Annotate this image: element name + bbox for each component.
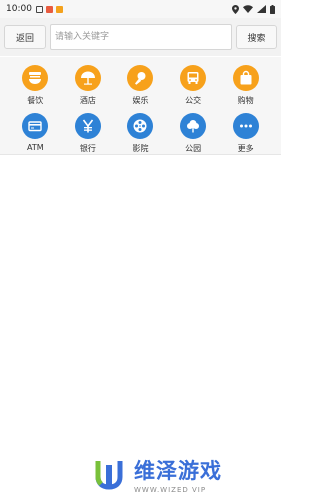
watermark-subtitle: WWW.WIZED VIP — [134, 485, 207, 494]
category-shopping[interactable]: 购物 — [226, 65, 266, 106]
settings-notification-icon — [35, 5, 43, 13]
search-bar: 返回 搜索 — [0, 18, 281, 56]
category-row-1: 餐饮 酒店 娱乐 公交 购物 — [0, 65, 281, 106]
status-bar: 10:00 — [0, 0, 281, 18]
signal-icon — [257, 5, 266, 13]
film-reel-icon — [127, 113, 154, 139]
tree-icon — [180, 113, 207, 139]
bank-yuan-icon — [74, 113, 101, 139]
back-button[interactable]: 返回 — [4, 25, 46, 49]
restaurant-icon — [22, 65, 49, 91]
watermark: 维泽游戏 WWW.WIZED VIP — [90, 448, 280, 500]
category-atm[interactable]: ATM — [15, 113, 55, 154]
category-label: 购物 — [237, 96, 254, 105]
category-grid: 餐饮 酒店 娱乐 公交 购物 ATM 银行 影院 公园 更多 — [0, 57, 281, 155]
category-hotel[interactable]: 酒店 — [68, 65, 108, 106]
wifi-icon — [243, 5, 253, 13]
category-park[interactable]: 公园 — [173, 113, 213, 154]
app-notification-icon-2 — [55, 5, 63, 13]
search-input[interactable] — [50, 24, 232, 50]
category-label: 酒店 — [79, 96, 96, 105]
search-button[interactable]: 搜索 — [236, 25, 277, 49]
bus-icon — [180, 65, 207, 91]
category-restaurant[interactable]: 餐饮 — [15, 65, 55, 106]
location-icon — [232, 4, 239, 14]
category-row-2: ATM 银行 影院 公园 更多 — [0, 113, 281, 154]
category-bus[interactable]: 公交 — [173, 65, 213, 106]
category-label: 更多 — [237, 144, 254, 153]
category-label: 公交 — [185, 96, 202, 105]
more-dots-icon — [232, 113, 259, 139]
status-time: 10:00 — [6, 4, 32, 14]
category-label: 银行 — [79, 144, 96, 153]
shopping-bag-icon — [232, 65, 259, 91]
category-bank[interactable]: 银行 — [68, 113, 108, 154]
category-entertainment[interactable]: 娱乐 — [120, 65, 160, 106]
watermark-logo-icon — [90, 455, 128, 493]
category-label: 娱乐 — [132, 96, 149, 105]
battery-icon — [270, 4, 275, 14]
category-label: 餐饮 — [27, 96, 44, 105]
category-cinema[interactable]: 影院 — [120, 113, 160, 154]
status-icons — [232, 4, 275, 14]
category-more[interactable]: 更多 — [226, 113, 266, 154]
hotel-icon — [74, 65, 101, 91]
microphone-icon — [127, 65, 154, 91]
app-notification-icon — [45, 5, 53, 13]
category-label: ATM — [26, 143, 44, 152]
watermark-title: 维泽游戏 — [134, 458, 222, 483]
category-label: 公园 — [185, 144, 202, 153]
category-label: 影院 — [132, 144, 149, 153]
atm-card-icon — [22, 113, 49, 139]
